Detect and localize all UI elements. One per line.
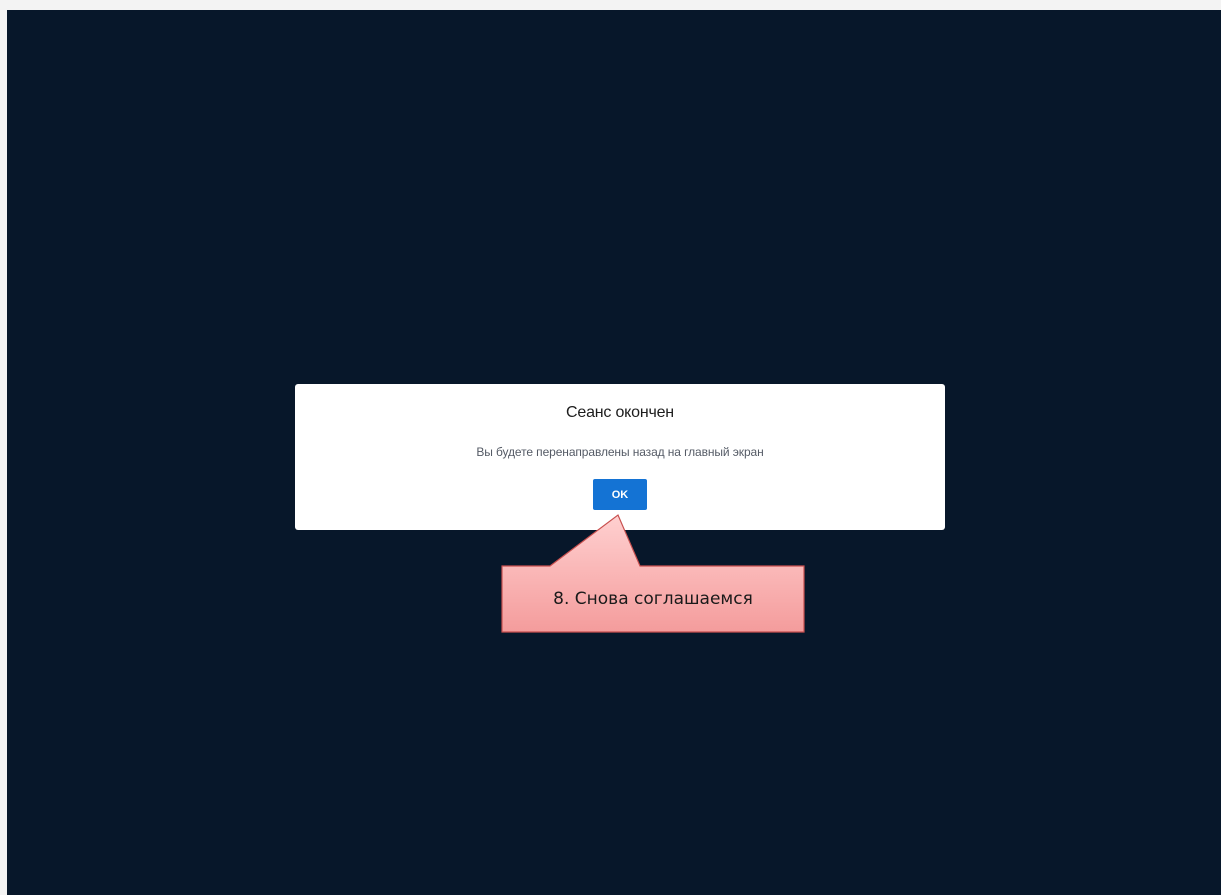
dialog-title: Сеанс окончен — [566, 404, 674, 421]
ok-button[interactable]: OK — [593, 479, 647, 510]
dialog-message: Вы будете перенаправлены назад на главны… — [476, 445, 764, 459]
annotation-label: 8. Снова соглашаемся — [553, 589, 753, 609]
session-ended-dialog: Сеанс окончен Вы будете перенаправлены н… — [295, 384, 945, 530]
